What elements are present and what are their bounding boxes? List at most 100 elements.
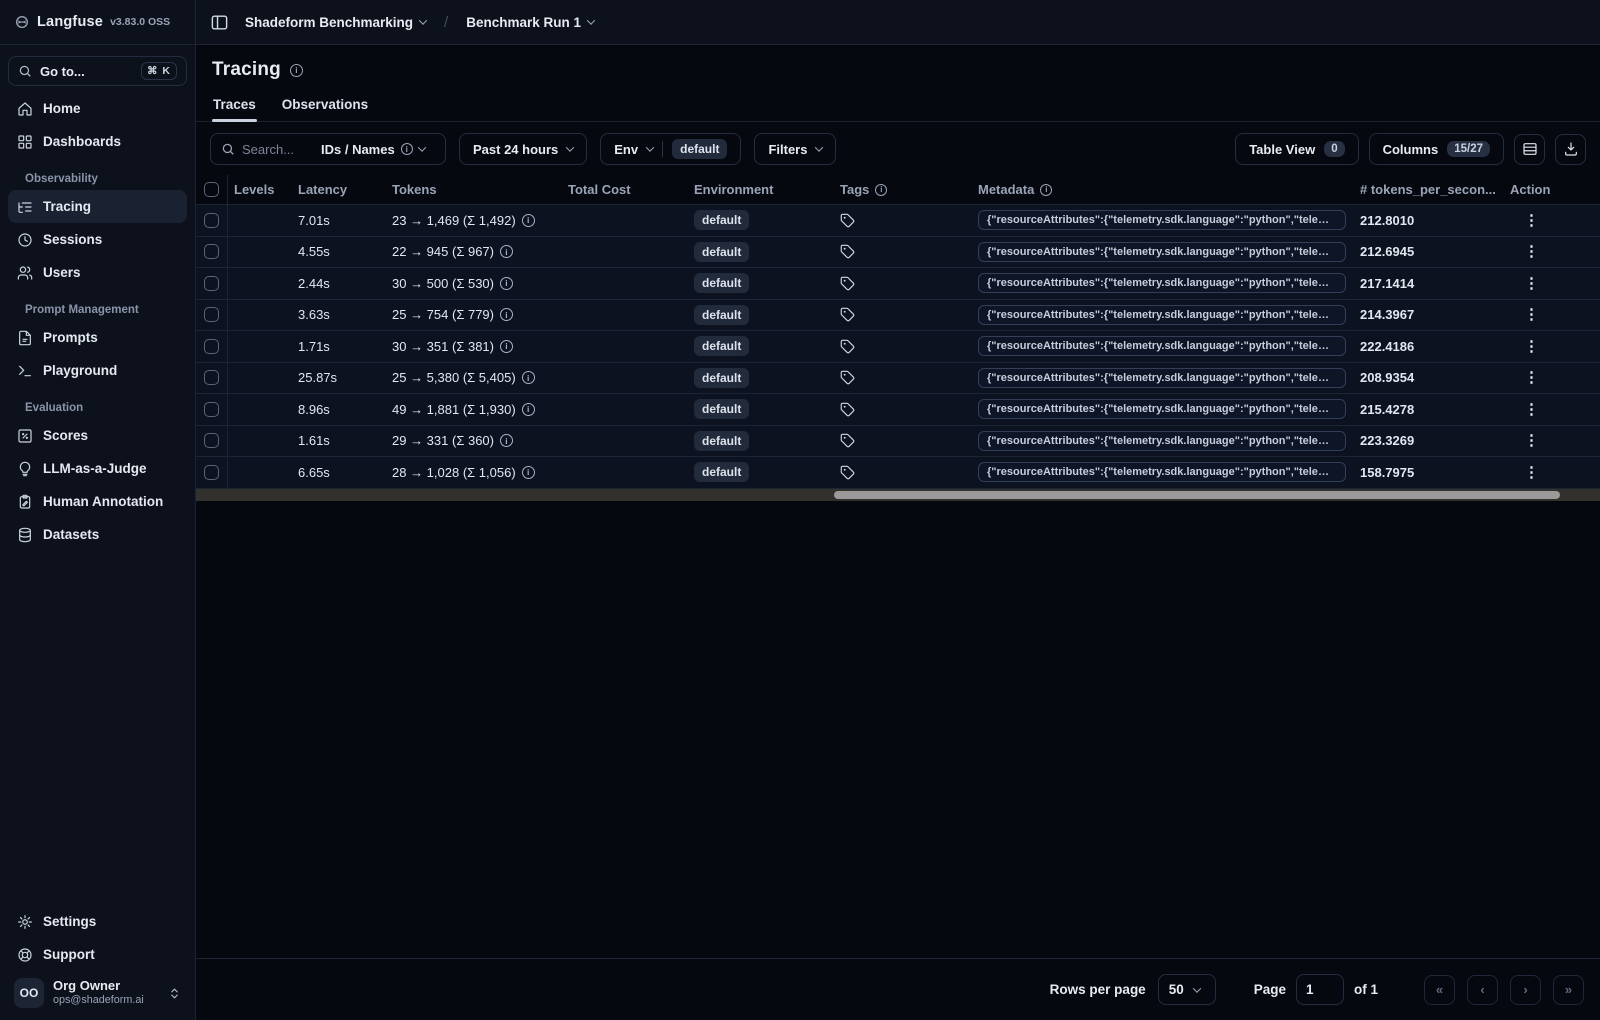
- row-checkbox[interactable]: [204, 401, 219, 417]
- rows-per-page-select[interactable]: 50: [1157, 974, 1216, 1005]
- sidebar-item-sessions[interactable]: Sessions: [8, 223, 187, 256]
- row-checkbox[interactable]: [204, 275, 219, 291]
- table-view-button[interactable]: Table View 0: [1235, 133, 1359, 165]
- page-number-input[interactable]: [1295, 974, 1344, 1005]
- sidebar-item-datasets[interactable]: Datasets: [8, 518, 187, 551]
- row-actions-menu[interactable]: ⋮: [1524, 370, 1539, 385]
- metadata-cell[interactable]: {"resourceAttributes":{"telemetry.sdk.la…: [978, 430, 1346, 451]
- row-actions-menu[interactable]: ⋮: [1524, 244, 1539, 259]
- sidebar-item-users[interactable]: Users: [8, 256, 187, 289]
- user-menu[interactable]: OO Org Owner ops@shadeform.ai: [8, 971, 187, 1012]
- table-row[interactable]: 3.63s 25 → 754 (Σ 779) i default {"resou…: [196, 299, 1600, 331]
- table-row[interactable]: 1.61s 29 → 331 (Σ 360) i default {"resou…: [196, 425, 1600, 457]
- tag-icon[interactable]: [840, 213, 855, 228]
- tag-icon[interactable]: [840, 244, 855, 259]
- tag-icon[interactable]: [840, 402, 855, 417]
- info-icon[interactable]: i: [499, 339, 513, 353]
- column-header-tokens[interactable]: Tokens: [386, 182, 562, 197]
- row-checkbox[interactable]: [204, 212, 219, 228]
- column-header-environment[interactable]: Environment: [688, 182, 834, 197]
- column-header-metadata[interactable]: Metadata i: [972, 182, 1354, 197]
- next-page-button[interactable]: ›: [1510, 974, 1541, 1005]
- sidebar-item-dashboards[interactable]: Dashboards: [8, 125, 187, 158]
- tag-icon[interactable]: [840, 433, 855, 448]
- info-icon[interactable]: i: [521, 465, 535, 479]
- row-actions-menu[interactable]: ⋮: [1524, 307, 1539, 322]
- row-checkbox[interactable]: [204, 433, 219, 449]
- metadata-cell[interactable]: {"resourceAttributes":{"telemetry.sdk.la…: [978, 273, 1346, 294]
- column-header-latency[interactable]: Latency: [292, 182, 386, 197]
- metadata-cell[interactable]: {"resourceAttributes":{"telemetry.sdk.la…: [978, 336, 1346, 357]
- first-page-button[interactable]: «: [1424, 974, 1455, 1005]
- sidebar-item-llm-as-a-judge[interactable]: LLM-as-a-Judge: [8, 452, 187, 485]
- info-icon[interactable]: i: [521, 213, 535, 227]
- columns-button[interactable]: Columns 15/27: [1368, 133, 1504, 165]
- metadata-cell[interactable]: {"resourceAttributes":{"telemetry.sdk.la…: [978, 241, 1346, 262]
- row-height-button[interactable]: [1514, 133, 1545, 165]
- row-actions-menu[interactable]: ⋮: [1524, 339, 1539, 354]
- sidebar-toggle-button[interactable]: [210, 13, 229, 32]
- info-icon[interactable]: i: [499, 276, 513, 290]
- tab-traces[interactable]: Traces: [212, 90, 257, 122]
- row-checkbox[interactable]: [204, 338, 219, 354]
- sidebar-item-playground[interactable]: Playground: [8, 354, 187, 387]
- sidebar-item-tracing[interactable]: Tracing: [8, 190, 187, 223]
- tab-observations[interactable]: Observations: [281, 90, 369, 121]
- tag-icon[interactable]: [840, 370, 855, 385]
- column-header-levels[interactable]: Levels: [228, 182, 292, 197]
- env-filter-button[interactable]: Env default: [600, 133, 742, 165]
- goto-search[interactable]: Go to... ⌘ K: [8, 56, 187, 86]
- tag-icon[interactable]: [840, 339, 855, 354]
- row-actions-menu[interactable]: ⋮: [1524, 402, 1539, 417]
- sidebar-item-scores[interactable]: Scores: [8, 419, 187, 452]
- row-actions-menu[interactable]: ⋮: [1524, 213, 1539, 228]
- info-icon[interactable]: i: [499, 434, 513, 448]
- tag-icon[interactable]: [840, 307, 855, 322]
- sidebar-item-support[interactable]: Support: [8, 938, 187, 971]
- info-icon[interactable]: i: [521, 371, 535, 385]
- select-all-checkbox[interactable]: [204, 182, 219, 197]
- row-actions-menu[interactable]: ⋮: [1524, 465, 1539, 480]
- search-scope-selector[interactable]: IDs / Names i: [321, 142, 426, 157]
- metadata-cell[interactable]: {"resourceAttributes":{"telemetry.sdk.la…: [978, 210, 1346, 231]
- info-icon[interactable]: i: [521, 402, 535, 416]
- sidebar-item-settings[interactable]: Settings: [8, 905, 187, 938]
- row-checkbox[interactable]: [204, 307, 219, 323]
- table-row[interactable]: 7.01s 23 → 1,469 (Σ 1,492) i default {"r…: [196, 205, 1600, 237]
- search-box[interactable]: IDs / Names i: [210, 133, 446, 165]
- row-actions-menu[interactable]: ⋮: [1524, 276, 1539, 291]
- row-checkbox[interactable]: [204, 244, 219, 260]
- sidebar-item-human-annotation[interactable]: Human Annotation: [8, 485, 187, 518]
- metadata-cell[interactable]: {"resourceAttributes":{"telemetry.sdk.la…: [978, 304, 1346, 325]
- scrollbar-thumb[interactable]: [834, 490, 1560, 499]
- table-row[interactable]: 25.87s 25 → 5,380 (Σ 5,405) i default {"…: [196, 362, 1600, 394]
- table-row[interactable]: 6.65s 28 → 1,028 (Σ 1,056) i default {"r…: [196, 457, 1600, 489]
- info-icon[interactable]: i: [499, 245, 513, 259]
- column-header-tokens-per-second[interactable]: # tokens_per_secon...: [1354, 182, 1504, 197]
- sidebar-item-home[interactable]: Home: [8, 92, 187, 125]
- time-range-button[interactable]: Past 24 hours: [459, 133, 588, 165]
- table-row[interactable]: 2.44s 30 → 500 (Σ 530) i default {"resou…: [196, 268, 1600, 300]
- row-actions-menu[interactable]: ⋮: [1524, 433, 1539, 448]
- sidebar-item-prompts[interactable]: Prompts: [8, 321, 187, 354]
- table-row[interactable]: 8.96s 49 → 1,881 (Σ 1,930) i default {"r…: [196, 394, 1600, 426]
- table-row[interactable]: 4.55s 22 → 945 (Σ 967) i default {"resou…: [196, 236, 1600, 268]
- filters-button[interactable]: Filters: [754, 133, 837, 165]
- breadcrumb-run[interactable]: Benchmark Run 1: [466, 15, 596, 30]
- prev-page-button[interactable]: ‹: [1467, 974, 1498, 1005]
- metadata-cell[interactable]: {"resourceAttributes":{"telemetry.sdk.la…: [978, 399, 1346, 420]
- metadata-cell[interactable]: {"resourceAttributes":{"telemetry.sdk.la…: [978, 462, 1346, 483]
- search-input[interactable]: [242, 141, 314, 157]
- info-icon[interactable]: i: [289, 63, 303, 77]
- tag-icon[interactable]: [840, 465, 855, 480]
- last-page-button[interactable]: »: [1553, 974, 1584, 1005]
- table-row[interactable]: 1.71s 30 → 351 (Σ 381) i default {"resou…: [196, 331, 1600, 363]
- column-header-tags[interactable]: Tags i: [834, 182, 972, 197]
- metadata-cell[interactable]: {"resourceAttributes":{"telemetry.sdk.la…: [978, 367, 1346, 388]
- info-icon[interactable]: i: [499, 308, 513, 322]
- breadcrumb-project[interactable]: Shadeform Benchmarking: [245, 15, 428, 30]
- export-button[interactable]: [1555, 133, 1586, 165]
- tag-icon[interactable]: [840, 276, 855, 291]
- row-checkbox[interactable]: [204, 370, 219, 386]
- row-checkbox[interactable]: [204, 464, 219, 480]
